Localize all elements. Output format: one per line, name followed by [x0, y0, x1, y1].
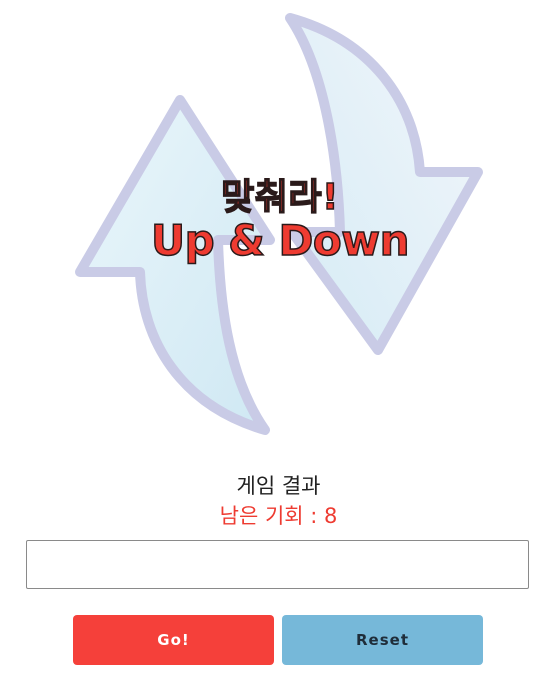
reset-button[interactable]: Reset	[282, 615, 483, 665]
hero-logo: 맞춰라! Up & Down	[70, 10, 490, 440]
game-result-label: 게임 결과	[236, 474, 321, 498]
remaining-chances-text: 남은 기회 : 8	[219, 504, 338, 528]
go-button[interactable]: Go!	[73, 615, 274, 665]
hero-title: 맞춰라! Up & Down	[70, 177, 490, 265]
hero-title-line2: Up & Down	[150, 216, 410, 265]
up-arrow-shape	[75, 95, 275, 435]
hero-title-line1: 맞춰라!	[220, 177, 339, 218]
guess-input[interactable]	[26, 540, 529, 589]
page: 맞춰라! Up & Down 게임 결과 남은 기회 : 8 Go! Reset	[0, 0, 557, 689]
